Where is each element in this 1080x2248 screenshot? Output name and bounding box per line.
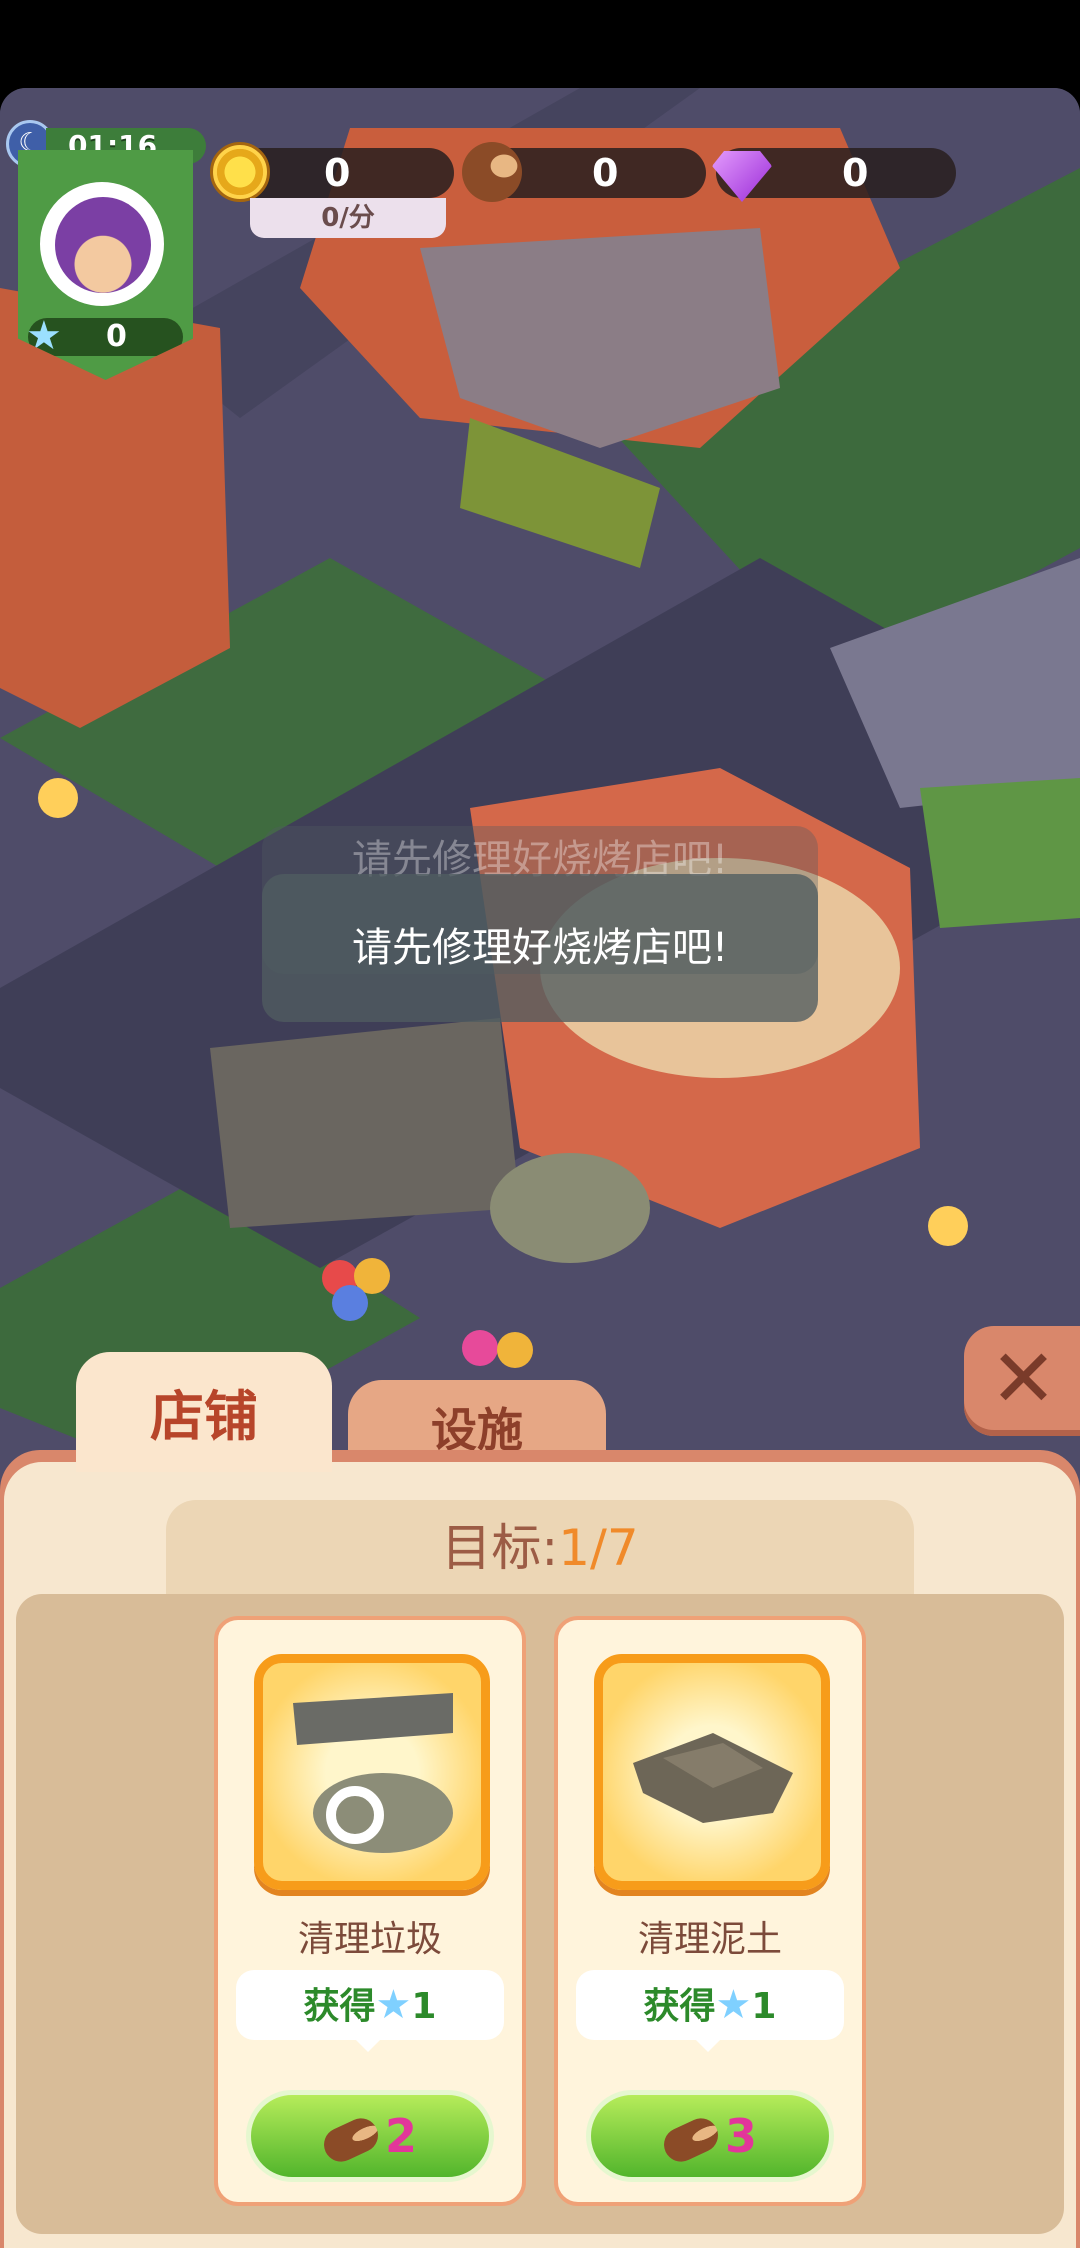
- reward-label: 获得: [303, 1986, 376, 2027]
- clean-dirt-button[interactable]: 3: [586, 2090, 834, 2182]
- task-name: 清理垃圾: [297, 1919, 442, 1960]
- street-lamp: [38, 778, 78, 818]
- wood-counter[interactable]: 0: [462, 142, 706, 202]
- gem-counter[interactable]: 0: [712, 148, 956, 202]
- reward-tag: 获得★1: [236, 1970, 504, 2052]
- task-tray: [16, 1594, 1064, 2234]
- toast-message: 请先修理好烧烤店吧!: [262, 874, 818, 1022]
- reward-value: 1: [411, 1986, 437, 2027]
- helmet-debris: [490, 1153, 650, 1263]
- street-lamp: [928, 1206, 968, 1246]
- tab-shops[interactable]: 店铺: [76, 1352, 332, 1472]
- goal-progress: 1/7: [558, 1519, 639, 1577]
- wood-cost: 3: [724, 2109, 757, 2163]
- task-card-clean-dirt[interactable]: 清理泥土 获得★1 3: [554, 1616, 866, 2206]
- reward-value: 1: [751, 1986, 777, 2027]
- gem-value: 0: [842, 151, 869, 195]
- balloon: [462, 1330, 498, 1366]
- wood-value: 0: [592, 151, 619, 195]
- dirt-illustration: [633, 1733, 793, 1823]
- coin-value: 0: [324, 151, 351, 195]
- wood-cost: 2: [384, 2109, 417, 2163]
- trash-pile: [210, 1018, 520, 1228]
- status-bar: [0, 0, 1080, 88]
- star-icon: ★: [715, 1982, 752, 2028]
- wood-log-icon: [658, 2112, 724, 2167]
- avatar-face: [55, 197, 151, 293]
- wood-log-icon: [462, 142, 522, 202]
- coin-rate: 0/分: [250, 198, 446, 238]
- avatar[interactable]: [40, 182, 164, 306]
- goal-label: 目标:: [441, 1519, 559, 1577]
- close-button[interactable]: ✕: [964, 1326, 1080, 1436]
- player-profile[interactable]: ★ 0: [18, 150, 193, 380]
- balloon: [497, 1332, 533, 1368]
- close-icon: ✕: [990, 1332, 1058, 1425]
- task-name: 清理泥土: [637, 1919, 782, 1960]
- coin-icon: [210, 142, 270, 202]
- wood-log-icon: [318, 2112, 384, 2167]
- player-star-value: 0: [106, 319, 127, 354]
- player-star-counter: ★ 0: [26, 313, 183, 359]
- trash-thumbnail-icon: [254, 1654, 490, 1890]
- clean-trash-button[interactable]: 2: [246, 2090, 494, 2182]
- star-icon: ★: [375, 1982, 412, 2028]
- tree: [920, 778, 1080, 928]
- dirt-thumbnail-icon: [594, 1654, 830, 1890]
- task-card-clean-trash[interactable]: 清理垃圾 获得★1 2: [214, 1616, 526, 2206]
- trash-illustration: [293, 1693, 453, 1853]
- coin-counter[interactable]: 0: [210, 142, 454, 202]
- reward-tag: 获得★1: [576, 1970, 844, 2052]
- balloon: [332, 1285, 368, 1321]
- reward-label: 获得: [643, 1986, 716, 2027]
